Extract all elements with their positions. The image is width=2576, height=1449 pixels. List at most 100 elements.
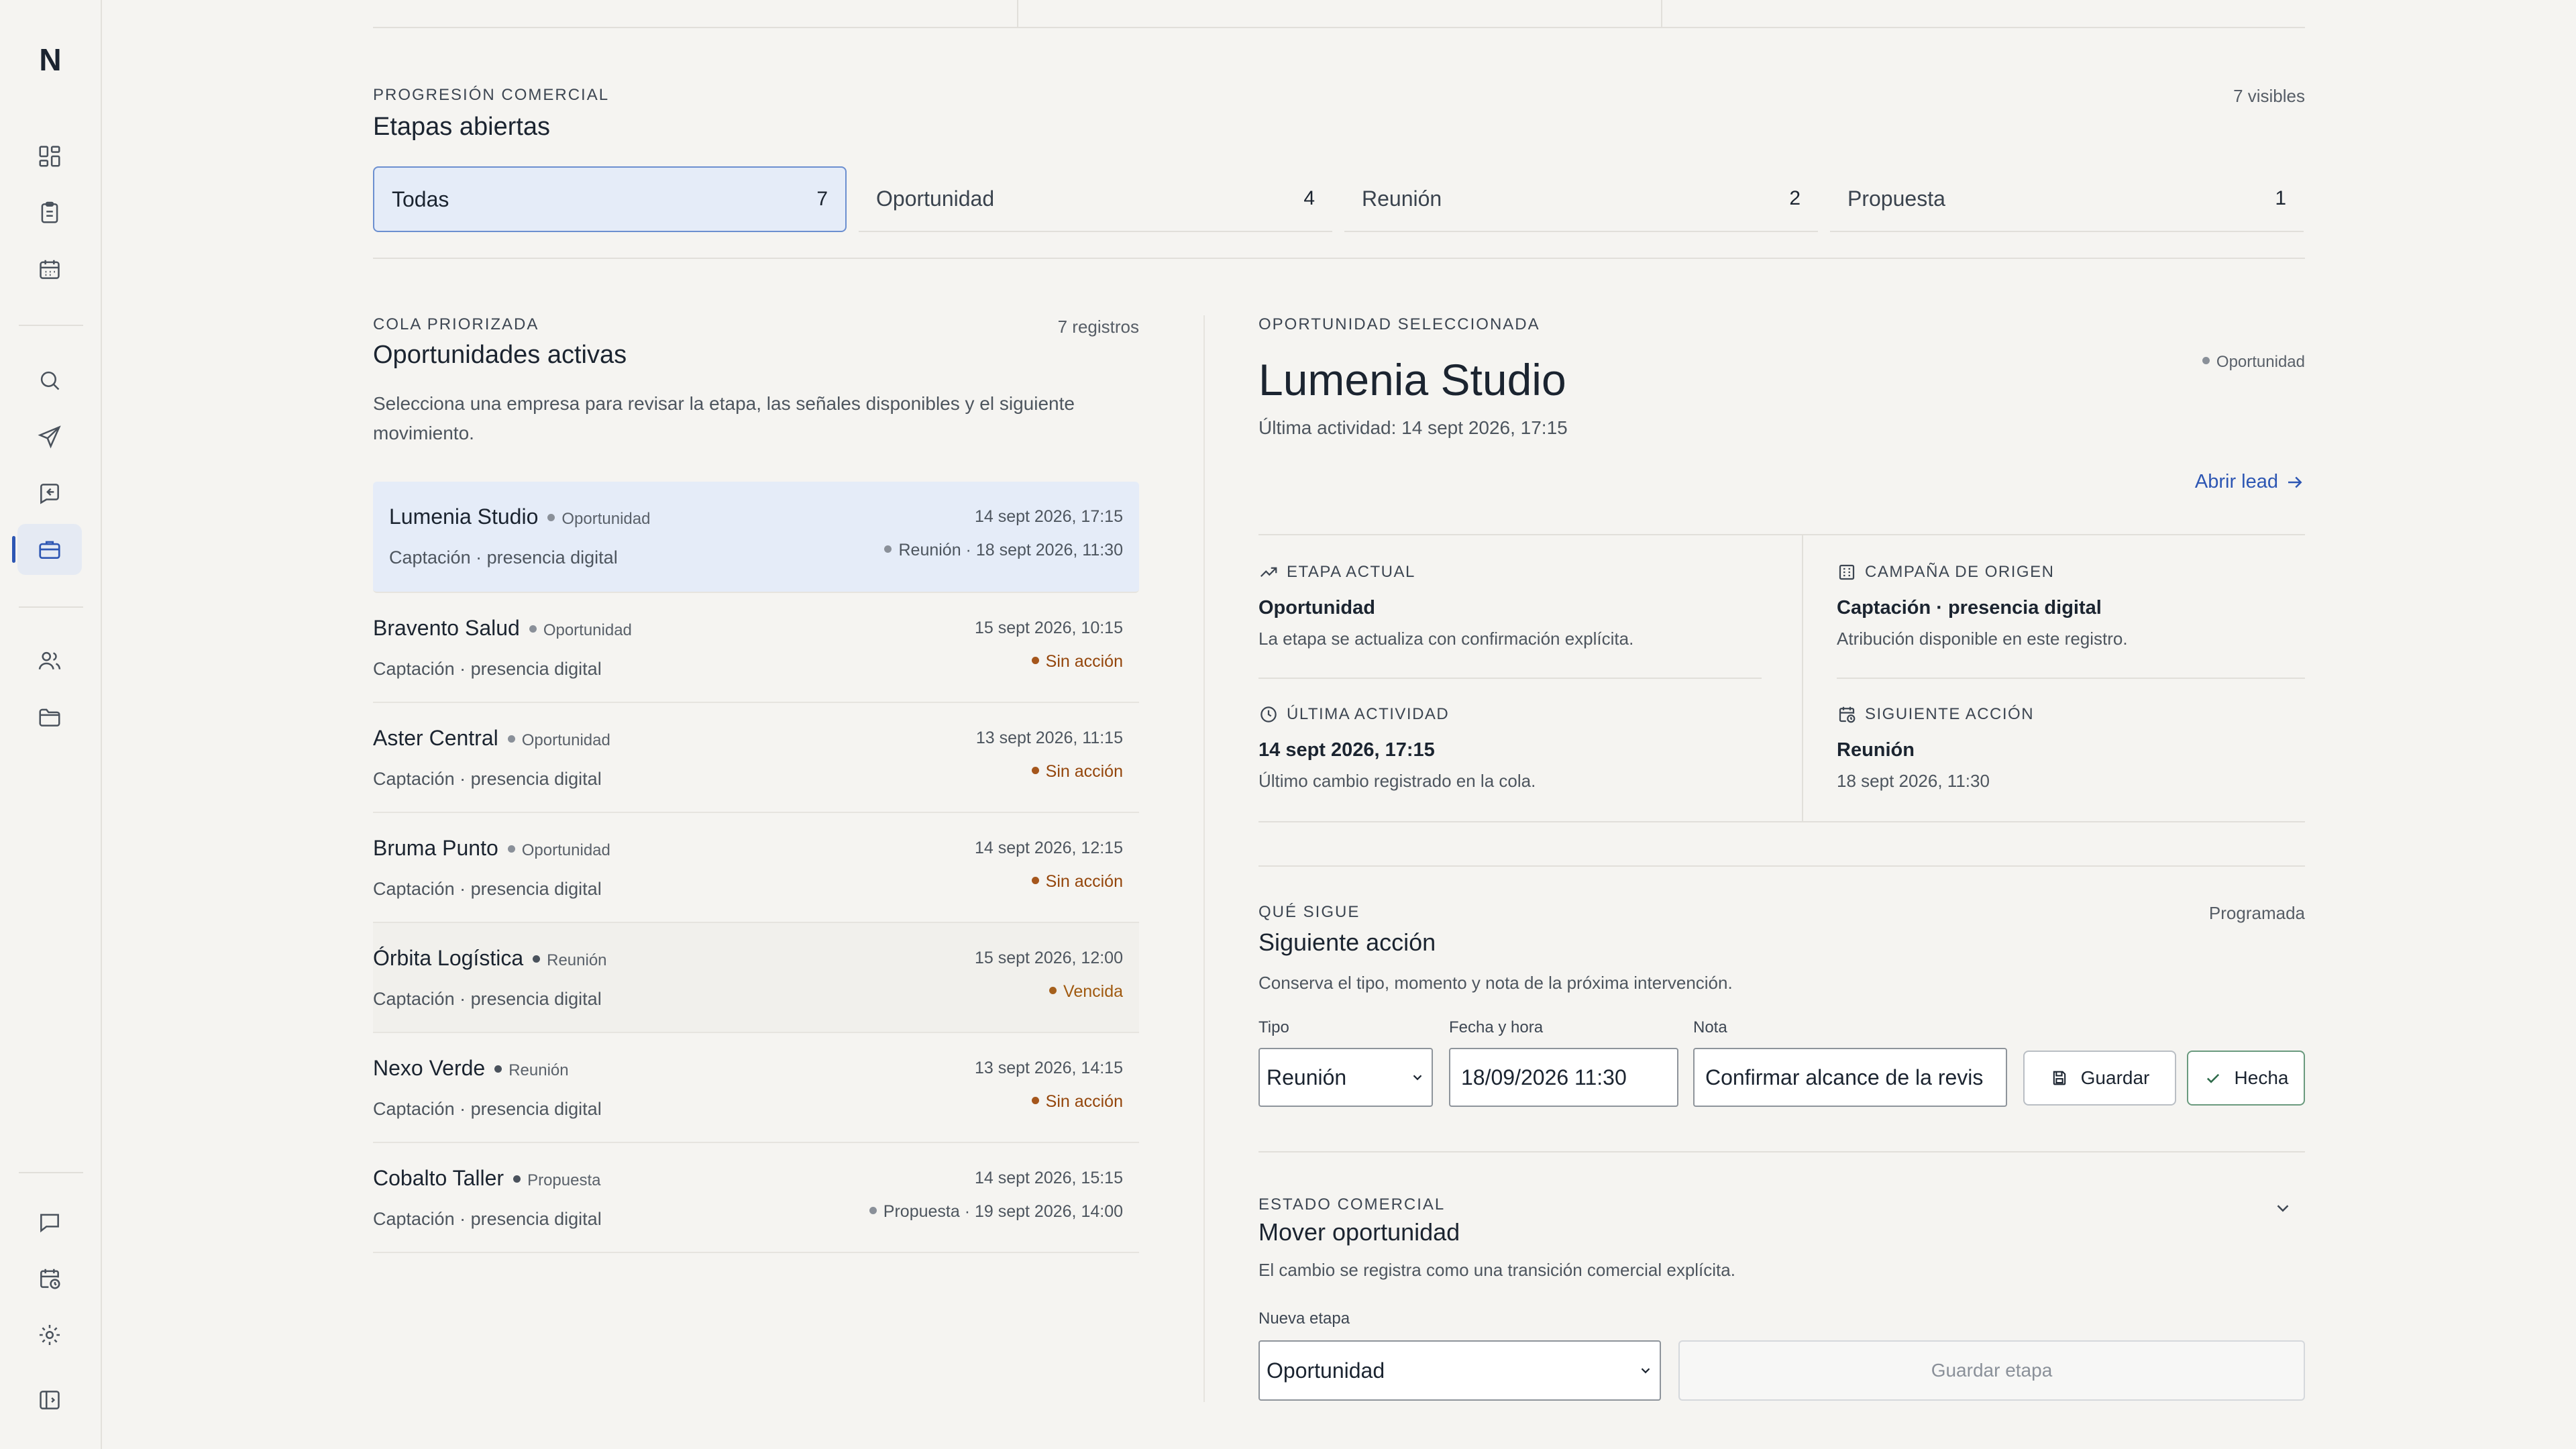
detail-last-activity: Última actividad: 14 sept 2026, 17:15 xyxy=(1258,417,1568,438)
status-dot xyxy=(507,735,515,743)
stage-badge-text: Oportunidad xyxy=(561,510,651,528)
nav-search[interactable] xyxy=(17,355,82,406)
briefcase-icon xyxy=(39,541,60,559)
nav-settings[interactable] xyxy=(17,1309,82,1360)
app-logo[interactable]: N xyxy=(0,42,101,78)
status-dot xyxy=(533,955,541,963)
next-action-section: QUÉ SIGUE Siguiente acción Programada Co… xyxy=(1258,903,2305,1107)
list-item[interactable]: Bravento Salud Oportunidad Captación · pr… xyxy=(373,593,1139,703)
check-icon xyxy=(2206,1073,2219,1083)
stage-badge-text: Reunión xyxy=(547,951,607,969)
stage-badge-text: Propuesta xyxy=(527,1171,601,1189)
sidebar-separator xyxy=(19,1172,83,1173)
nav-contacts[interactable] xyxy=(17,635,82,686)
activity-date: 14 sept 2026, 12:15 xyxy=(974,839,1123,857)
grid-divider xyxy=(1258,678,1762,679)
clipboard-icon xyxy=(41,201,58,223)
next-action-title: Siguiente acción xyxy=(1258,928,1436,956)
queue-record-count: 7 registros xyxy=(1057,317,1139,337)
list-item[interactable]: Cobalto Taller Propuesta Captación · pres… xyxy=(373,1143,1139,1253)
tab-reunion[interactable]: Reunión 2 xyxy=(1344,166,1818,232)
next-action: Sin acción xyxy=(1031,652,1123,672)
campaign-text: Captación · presencia digital xyxy=(373,1209,602,1229)
datetime-label: Fecha y hora xyxy=(1449,1018,1544,1036)
status-dot xyxy=(2202,357,2210,365)
status-dot xyxy=(547,514,555,522)
stage-badge: Reunión xyxy=(533,951,607,969)
cell-label: SIGUIENTE ACCIÓN xyxy=(1837,704,2034,724)
list-item[interactable]: Aster Central Oportunidad Captación · pre… xyxy=(373,703,1139,813)
nav-dashboard[interactable] xyxy=(17,131,82,182)
done-button[interactable]: Hecha xyxy=(2187,1051,2305,1106)
note-label: Nota xyxy=(1693,1018,1727,1036)
cell-value: Reunión xyxy=(1837,739,1915,761)
frame-divider xyxy=(1017,0,1018,27)
next-action-text: Sin acción xyxy=(1045,652,1123,671)
nav-opportunities[interactable] xyxy=(12,524,82,575)
datetime-input[interactable]: 18/09/2026 11:30 xyxy=(1449,1048,1678,1107)
campaign-text: Captación · presencia digital xyxy=(389,547,618,568)
opportunity-list: Lumenia Studio Oportunidad Captación · pr… xyxy=(373,482,1139,1253)
next-action-text: Vencida xyxy=(1063,982,1123,1001)
top-frame xyxy=(373,0,2305,28)
note-input[interactable]: Confirmar alcance de la revis xyxy=(1693,1048,2007,1107)
chevron-down-icon[interactable] xyxy=(2273,1198,2293,1218)
new-stage-select[interactable]: Oportunidad xyxy=(1258,1340,1661,1401)
next-action-description: Conserva el tipo, momento y nota de la p… xyxy=(1258,973,1733,993)
done-button-label: Hecha xyxy=(2234,1067,2289,1088)
cell-label-text: CAMPAÑA DE ORIGEN xyxy=(1865,563,2055,581)
save-button[interactable]: Guardar xyxy=(2023,1051,2176,1106)
stage-badge: Oportunidad xyxy=(507,731,610,749)
cell-value: Captación · presencia digital xyxy=(1837,597,2102,619)
next-action-cell: SIGUIENTE ACCIÓN Reunión 18 sept 2026, 1… xyxy=(1837,704,2034,792)
sidebar-separator xyxy=(19,325,83,326)
activity-date: 15 sept 2026, 10:15 xyxy=(974,619,1123,637)
company-name-text: Bravento Salud xyxy=(373,616,520,640)
cell-label-text: ETAPA ACTUAL xyxy=(1287,563,1415,581)
warning-dot xyxy=(1031,766,1039,774)
tab-oportunidad[interactable]: Oportunidad 4 xyxy=(859,166,1332,232)
nav-files[interactable] xyxy=(17,692,82,743)
next-action: Sin acción xyxy=(1031,872,1123,892)
gear-icon xyxy=(39,1324,60,1346)
new-stage-select-value: Oportunidad xyxy=(1267,1358,1385,1383)
status-badge: Oportunidad xyxy=(2202,353,2305,372)
next-action-text: Sin acción xyxy=(1045,1092,1123,1111)
column-divider xyxy=(1203,315,1205,1402)
tab-propuesta[interactable]: Propuesta 1 xyxy=(1830,166,2304,232)
section-divider xyxy=(1258,1151,2305,1152)
nav-tasks[interactable] xyxy=(17,187,82,238)
nav-schedule[interactable] xyxy=(17,1253,82,1304)
inbox-reply-icon xyxy=(40,484,59,504)
dashboard-icon xyxy=(39,146,60,167)
list-item[interactable]: Lumenia Studio Oportunidad Captación · pr… xyxy=(373,482,1139,593)
commercial-state-title: Mover oportunidad xyxy=(1258,1218,1460,1246)
chevron-down-icon xyxy=(1413,1075,1422,1081)
nav-inbox-reply[interactable] xyxy=(17,468,82,519)
tab-label: Propuesta xyxy=(1847,186,1945,211)
opportunity-queue: COLA PRIORIZADA Oportunidades activas 7 … xyxy=(373,315,1139,1253)
open-lead-link[interactable]: Abrir lead xyxy=(2195,471,2305,493)
tab-todas[interactable]: Todas 7 xyxy=(373,166,847,232)
type-select[interactable]: Reunión xyxy=(1258,1048,1433,1107)
list-item[interactable]: Bruma Punto Oportunidad Captación · prese… xyxy=(373,813,1139,923)
new-stage-label: Nueva etapa xyxy=(1258,1309,1350,1328)
queue-header: COLA PRIORIZADA Oportunidades activas 7 … xyxy=(373,315,1139,369)
nav-calendar[interactable] xyxy=(17,244,82,295)
nav-send[interactable] xyxy=(17,411,82,462)
status-dot xyxy=(507,845,515,853)
next-action: Sin acción xyxy=(1031,1092,1123,1112)
nav-messages[interactable] xyxy=(17,1197,82,1248)
activity-date: 14 sept 2026, 15:15 xyxy=(974,1169,1123,1187)
company-name-text: Lumenia Studio xyxy=(389,504,539,529)
campaign-text: Captación · presencia digital xyxy=(373,659,602,679)
list-item[interactable]: Nexo Verde Reunión Captación · presencia … xyxy=(373,1033,1139,1143)
save-stage-button[interactable]: Guardar etapa xyxy=(1678,1340,2305,1401)
nav-collapse[interactable] xyxy=(17,1375,82,1426)
building-icon xyxy=(1839,564,1855,580)
last-activity-cell: ÚLTIMA ACTIVIDAD 14 sept 2026, 17:15 Últ… xyxy=(1258,704,1536,792)
stage-badge-text: Oportunidad xyxy=(521,731,610,749)
campaign-text: Captación · presencia digital xyxy=(373,989,602,1009)
list-item[interactable]: Órbita Logística Reunión Captación · pres… xyxy=(373,923,1139,1033)
activity-date: 14 sept 2026, 17:15 xyxy=(974,507,1123,526)
